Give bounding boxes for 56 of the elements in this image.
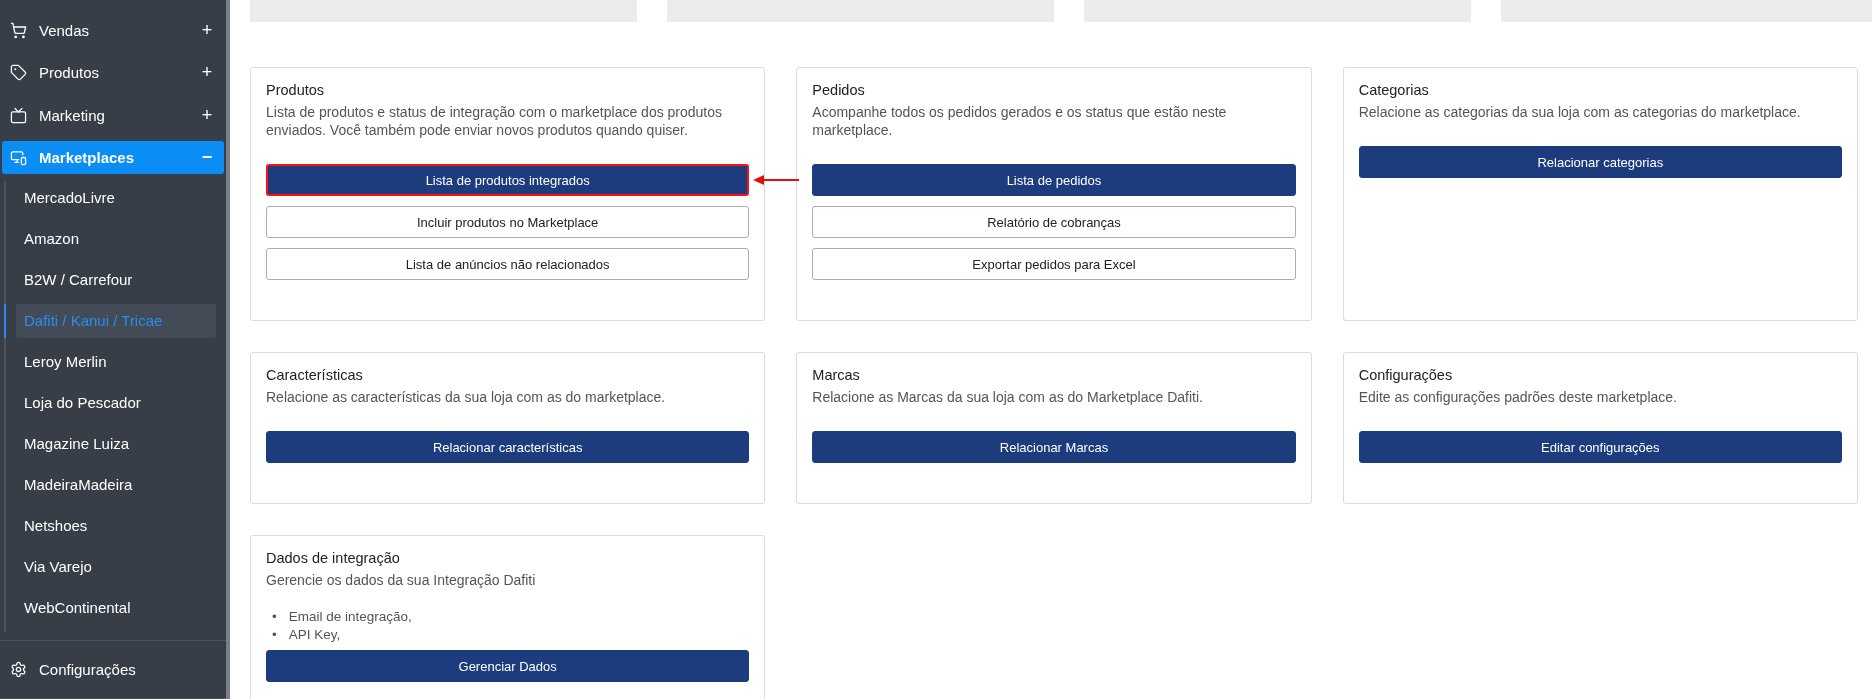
submenu-item[interactable]: Loja do Pescador	[16, 385, 216, 420]
expand-toggle[interactable]: +	[200, 104, 214, 126]
menu-item[interactable]: Configurações	[2, 652, 224, 686]
submenu-item[interactable]: Via Varejo	[16, 549, 216, 584]
submenu-item[interactable]: Leroy Merlin	[16, 344, 216, 379]
menu-label: Vendas	[39, 22, 91, 40]
action-button[interactable]: Incluir produtos no Marketplace	[266, 206, 750, 238]
menu-label: Marketing	[39, 106, 106, 124]
card-description: Relacione as categorias da sua loja com as categorias do marketplace.	[1358, 103, 1802, 121]
action-button[interactable]: Relatório de cobranças	[812, 206, 1296, 238]
menu-item[interactable]: Vendas +	[2, 14, 224, 48]
submenu-item[interactable]: MercadoLivre	[16, 180, 216, 215]
card-description: Gerencie os dados da sua Integração Dafiti	[266, 571, 537, 589]
card-description: Relacione as características da sua loja com as do marketplace.	[266, 388, 667, 406]
settings-icon	[10, 660, 27, 678]
tv-icon	[10, 106, 27, 124]
action-button[interactable]: Lista de anúncios não relacionados	[266, 248, 750, 280]
submenu-item[interactable]: Netshoes	[16, 508, 216, 543]
bullet-item: API Key,	[288, 626, 341, 644]
action-button[interactable]: Lista de pedidos	[812, 164, 1296, 196]
menu-label: Configurações	[39, 660, 137, 678]
expand-toggle[interactable]: +	[200, 62, 214, 84]
submenu-item[interactable]: B2W / Carrefour	[16, 262, 216, 297]
menu-item[interactable]: Marketing +	[2, 98, 224, 132]
annotation-arrow	[753, 174, 800, 186]
menu-item[interactable]: Produtos +	[2, 56, 224, 90]
tag-icon	[10, 64, 27, 82]
cart-icon	[10, 22, 27, 40]
card-title: Categorias	[1358, 82, 1430, 98]
card-description: Acompanhe todos os pedidos gerados e os status que estão neste marketplace.	[812, 103, 1228, 139]
menu-label: Marketplaces	[39, 148, 136, 166]
submenu-item[interactable]: MadeiraMadeira	[16, 467, 216, 502]
card-title: Pedidos	[812, 82, 866, 98]
card-title: Marcas	[812, 367, 861, 383]
action-button[interactable]: Exportar pedidos para Excel	[812, 248, 1296, 280]
card-title: Características	[266, 367, 364, 383]
menu-label: Produtos	[39, 64, 101, 82]
expand-toggle[interactable]: +	[200, 20, 214, 42]
card-description: Lista de produtos e status de integração com o marketplace dos produtos enviados. Você também pode enviar novos produtos quando quiser.	[266, 103, 724, 139]
monitor-icon	[10, 148, 27, 166]
submenu-item[interactable]: WebContinental	[16, 590, 216, 625]
bullet-item: Email de integração,	[288, 608, 412, 626]
action-button[interactable]: Relacionar características	[266, 431, 750, 463]
card-description: Edite as configurações padrões deste marketplace.	[1358, 388, 1678, 406]
action-button[interactable]: Relacionar categorias	[1358, 146, 1842, 178]
card-title: Produtos	[266, 82, 326, 98]
submenu-item[interactable]: Amazon	[16, 221, 216, 256]
bullet-icon: •	[272, 626, 277, 644]
submenu-item[interactable]: Magazine Luiza	[16, 426, 216, 461]
card-description: Relacione as Marcas da sua loja com as do Marketplace Dafiti.	[812, 388, 1204, 406]
bullet-icon: •	[272, 608, 277, 626]
card-title: Configurações	[1358, 367, 1454, 383]
card-title: Dados de integração	[266, 550, 401, 566]
action-button[interactable]: Relacionar Marcas	[812, 431, 1296, 463]
action-button[interactable]: Editar configurações	[1358, 431, 1842, 463]
action-button[interactable]: Gerenciar Dados	[266, 650, 750, 682]
